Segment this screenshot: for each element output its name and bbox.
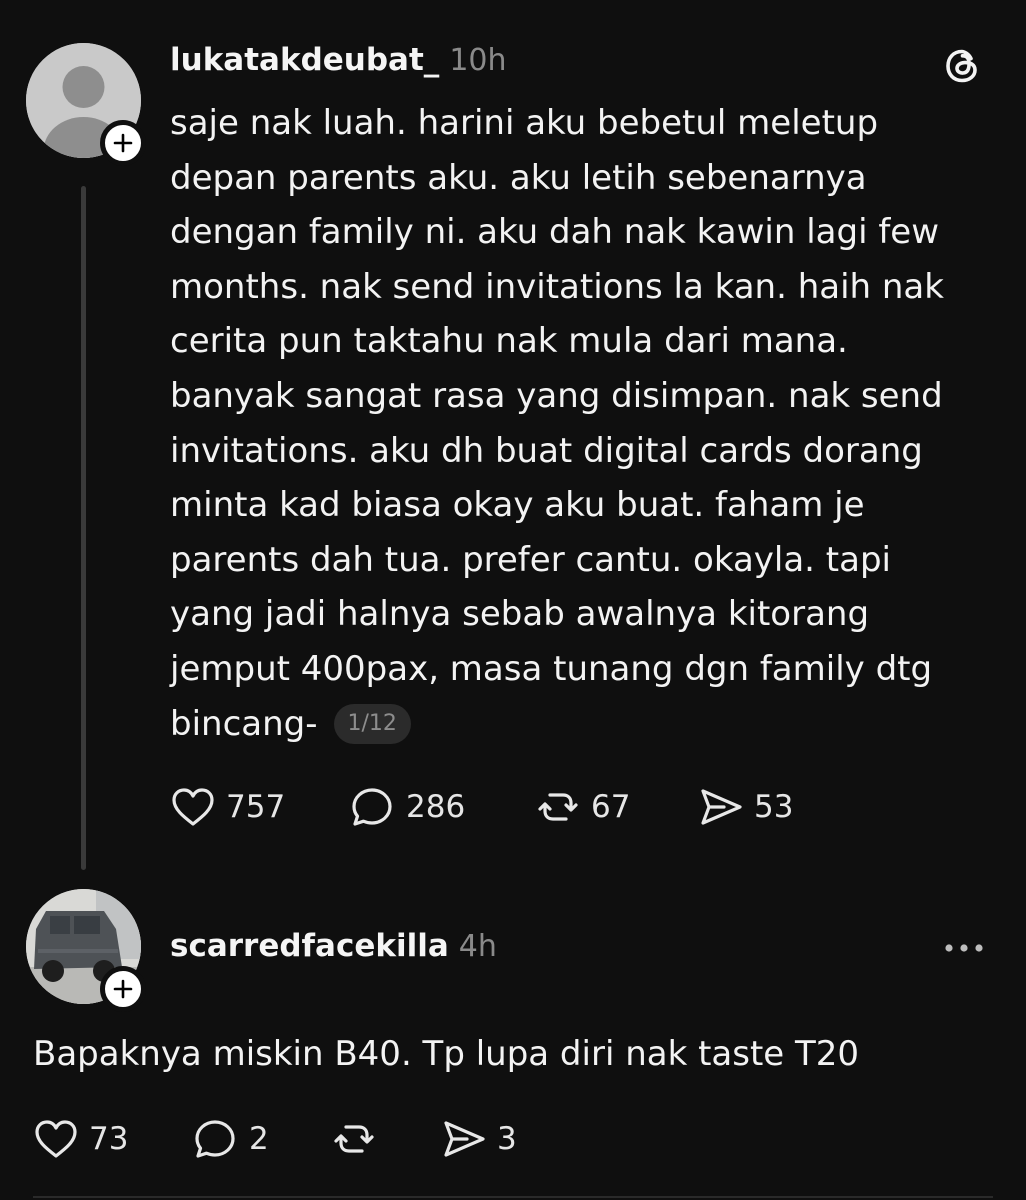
more-icon[interactable] xyxy=(943,936,985,960)
follow-button[interactable] xyxy=(100,120,146,166)
page-indicator-badge: 1/12 xyxy=(333,703,411,744)
post-line: bincang- xyxy=(170,703,318,744)
like-count: 73 xyxy=(89,1121,129,1157)
post-line: yang jadi halnya sebab awalnya kitorang xyxy=(170,594,870,635)
post-line: invitations. aku dh buat digital cards d… xyxy=(170,430,923,471)
comment-icon xyxy=(195,1120,235,1158)
post-body: saje nak luah. harini aku bebetul meletu… xyxy=(170,96,1000,751)
share-count: 3 xyxy=(497,1121,517,1157)
reply-body: Bapaknya miskin B40. Tp lupa diri nak ta… xyxy=(33,1034,860,1074)
reply-author[interactable]: scarredfacekilla 4h xyxy=(170,928,497,964)
post-line: depan parents aku. aku letih sebenarnya xyxy=(170,157,867,198)
post-line: jemput 400pax, masa tunang dgn family dt… xyxy=(170,648,933,689)
heart-icon xyxy=(172,788,214,826)
follow-button[interactable] xyxy=(100,966,146,1012)
post-line-last: bincang- 1/12 xyxy=(170,697,1000,752)
repost-icon xyxy=(334,1125,374,1153)
plus-icon xyxy=(113,133,133,153)
reply-count: 286 xyxy=(406,789,466,825)
post-line: months. nak send invitations la kan. hai… xyxy=(170,266,944,307)
thread-line xyxy=(81,186,86,870)
post-line: parents dah tua. prefer cantu. okayla. t… xyxy=(170,539,891,580)
post-line: banyak sangat rasa yang disimpan. nak se… xyxy=(170,375,943,416)
share-button[interactable]: 53 xyxy=(698,785,793,829)
heart-icon xyxy=(35,1120,77,1158)
username[interactable]: lukatakdeubat_ xyxy=(170,42,439,78)
share-count: 53 xyxy=(754,789,794,825)
repost-icon xyxy=(538,793,578,821)
post-line: saje nak luah. harini aku bebetul meletu… xyxy=(170,103,879,143)
repost-button[interactable]: 67 xyxy=(535,785,630,829)
reply-actions: 73 2 3 xyxy=(33,1117,553,1167)
reply-time: 4h xyxy=(458,929,497,964)
threads-logo-icon[interactable] xyxy=(942,46,982,86)
comment-icon xyxy=(352,788,392,826)
post-author[interactable]: lukatakdeubat_ 10h xyxy=(170,42,507,78)
plus-icon xyxy=(113,979,133,999)
like-count: 757 xyxy=(226,789,286,825)
username[interactable]: scarredfacekilla xyxy=(170,928,449,964)
reply-button[interactable]: 286 xyxy=(350,785,465,829)
share-button[interactable]: 3 xyxy=(441,1117,517,1161)
post-line: minta kad biasa okay aku buat. faham je xyxy=(170,485,865,526)
reply-count: 2 xyxy=(249,1121,269,1157)
reply-button[interactable]: 2 xyxy=(193,1117,269,1161)
like-button[interactable]: 73 xyxy=(33,1117,128,1161)
like-button[interactable]: 757 xyxy=(170,785,285,829)
repost-button[interactable] xyxy=(331,1117,377,1161)
divider xyxy=(33,1196,993,1198)
send-icon xyxy=(701,789,742,825)
post-line: cerita pun taktahu nak mula dari mana. xyxy=(170,321,848,362)
post-actions: 757 286 67 53 xyxy=(170,785,810,835)
post-line: dengan family ni. aku dah nak kawin lagi… xyxy=(170,212,940,253)
repost-count: 67 xyxy=(591,789,631,825)
post-time: 10h xyxy=(449,43,507,78)
send-icon xyxy=(444,1121,485,1157)
